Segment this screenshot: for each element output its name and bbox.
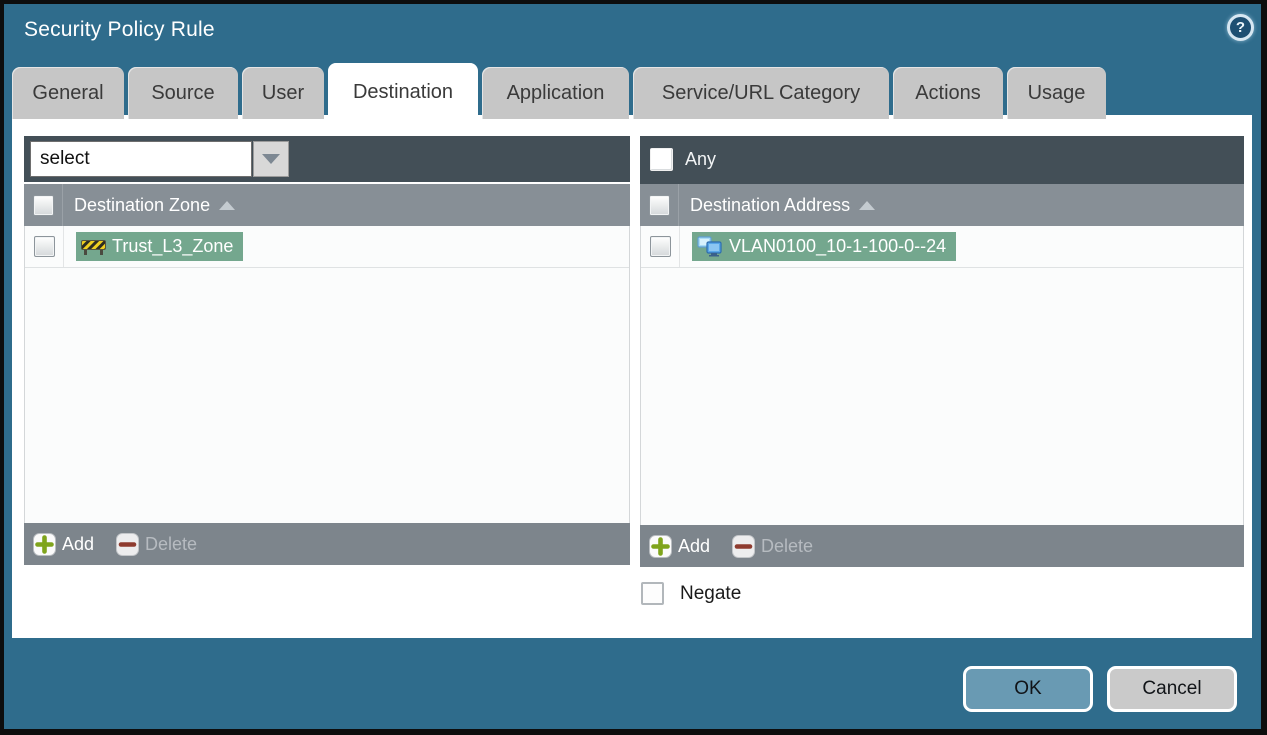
table-row: VLAN0100_10-1-100-0--24: [641, 226, 1243, 268]
address-delete-label: Delete: [761, 535, 814, 556]
zone-add-label: Add: [62, 533, 95, 554]
address-table-body: VLAN0100_10-1-100-0--24: [640, 226, 1244, 525]
address-panel-footer: Add Delete: [640, 525, 1244, 567]
negate-checkbox[interactable]: [641, 582, 664, 605]
address-select-all-checkbox[interactable]: [648, 194, 670, 216]
address-icon: [697, 236, 723, 257]
zone-column-header[interactable]: Destination Zone: [24, 184, 630, 226]
tab-actions[interactable]: Actions: [893, 67, 1003, 119]
any-label: Any: [685, 149, 717, 169]
address-row-checkbox[interactable]: [649, 236, 671, 257]
zone-value-chip[interactable]: Trust_L3_Zone: [76, 232, 244, 261]
zone-column-header-label: Destination Zone: [62, 184, 630, 226]
help-icon[interactable]: ?: [1227, 14, 1254, 41]
chevron-down-icon: [262, 154, 280, 164]
zone-table-body: Trust_L3_Zone: [24, 226, 630, 523]
address-row-label: VLAN0100_10-1-100-0--24: [729, 236, 947, 256]
zone-select-input[interactable]: select: [30, 141, 252, 177]
address-column-header[interactable]: Destination Address: [640, 184, 1244, 226]
tab-usage[interactable]: Usage: [1007, 67, 1106, 119]
security-policy-rule-dialog: Security Policy Rule ? General Source Us…: [4, 4, 1261, 729]
zone-toolbar: select: [24, 136, 630, 182]
zone-select-all-checkbox[interactable]: [32, 194, 54, 216]
tab-source[interactable]: Source: [128, 67, 238, 119]
zone-add-button[interactable]: Add: [33, 532, 95, 556]
address-add-button[interactable]: Add: [649, 534, 711, 558]
tab-destination[interactable]: Destination: [328, 63, 478, 121]
sort-ascending-icon: [859, 200, 876, 210]
tab-user[interactable]: User: [242, 67, 324, 119]
zone-select-dropdown-button[interactable]: [253, 141, 289, 177]
negate-label: Negate: [680, 582, 742, 604]
any-checkbox[interactable]: [650, 148, 673, 171]
tab-general[interactable]: General: [12, 67, 124, 119]
address-delete-button[interactable]: Delete: [732, 534, 814, 558]
ok-button[interactable]: OK: [963, 666, 1093, 712]
tab-service-url-category[interactable]: Service/URL Category: [633, 67, 889, 119]
cancel-button[interactable]: Cancel: [1107, 666, 1237, 712]
zone-row-checkbox[interactable]: [33, 236, 55, 257]
delete-icon: [732, 534, 756, 558]
zone-row-label: Trust_L3_Zone: [112, 236, 234, 256]
address-column-header-label: Destination Address: [678, 184, 1244, 226]
tab-application[interactable]: Application: [482, 67, 629, 119]
zone-icon: [81, 238, 106, 255]
zone-delete-label: Delete: [145, 533, 198, 554]
destination-zone-panel: select Destination Zone Trust_L3_Zone Ad…: [24, 136, 630, 565]
add-icon: [33, 532, 56, 556]
address-row-cell: VLAN0100_10-1-100-0--24: [679, 226, 1243, 267]
address-add-label: Add: [678, 535, 711, 556]
address-toolbar: Any: [640, 136, 1244, 184]
dialog-title: Security Policy Rule: [24, 18, 215, 41]
add-icon: [649, 534, 672, 558]
sort-ascending-icon: [219, 200, 236, 210]
table-row: Trust_L3_Zone: [25, 226, 629, 268]
zone-panel-footer: Add Delete: [24, 523, 630, 565]
delete-icon: [116, 532, 140, 556]
destination-tab-content: select Destination Zone Trust_L3_Zone Ad…: [12, 115, 1252, 638]
zone-row-cell: Trust_L3_Zone: [63, 226, 629, 267]
address-value-chip[interactable]: VLAN0100_10-1-100-0--24: [692, 232, 957, 261]
zone-delete-button[interactable]: Delete: [116, 532, 198, 556]
any-row: Any: [650, 148, 716, 171]
destination-address-panel: Any Destination Address VLAN0100_10-1-10…: [640, 136, 1244, 567]
negate-row: Negate: [641, 582, 741, 605]
tab-bar: General Source User Destination Applicat…: [12, 63, 1106, 121]
